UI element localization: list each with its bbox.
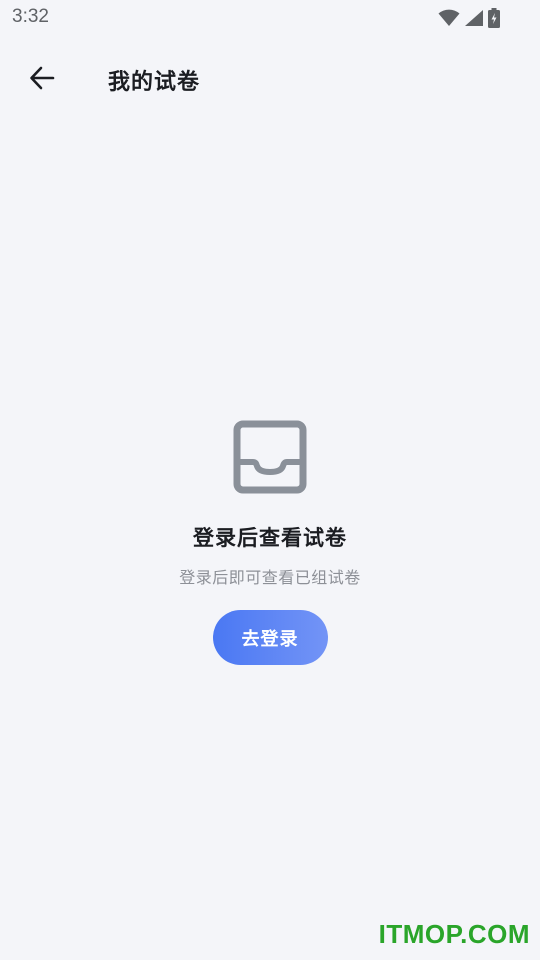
- battery-charging-icon: [488, 8, 500, 32]
- login-button[interactable]: 去登录: [212, 610, 328, 665]
- inbox-tray-icon: [233, 420, 307, 494]
- arrow-left-icon: [28, 64, 56, 96]
- empty-state-subtitle: 登录后即可查看已组试卷: [179, 568, 361, 587]
- empty-state: 登录后查看试卷 登录后即可查看已组试卷 去登录: [0, 420, 540, 665]
- app-bar: 我的试卷: [0, 50, 540, 106]
- status-icons: [438, 8, 500, 32]
- signal-icon: [464, 9, 484, 31]
- empty-state-title: 登录后查看试卷: [193, 526, 347, 550]
- back-button[interactable]: [22, 60, 62, 100]
- status-bar: 3:32: [0, 0, 540, 36]
- wifi-icon: [438, 9, 460, 31]
- status-time: 3:32: [12, 6, 49, 27]
- page-title: 我的试卷: [108, 70, 201, 95]
- watermark-logo: ITMOP.COM: [378, 919, 530, 949]
